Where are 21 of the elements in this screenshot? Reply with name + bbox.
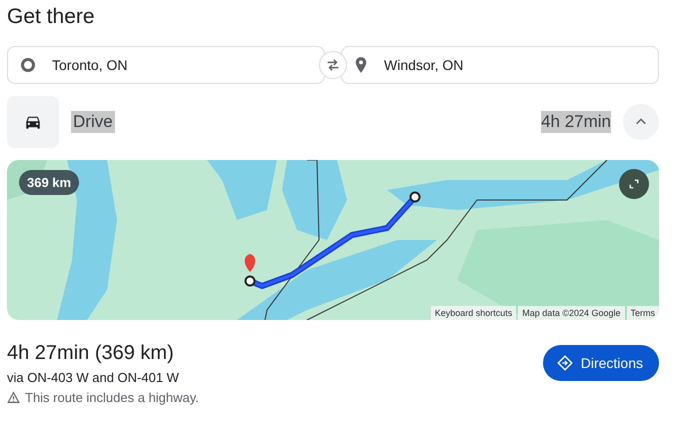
map-footer-link[interactable]: Terms: [626, 306, 659, 320]
location-pin-icon: [354, 56, 368, 74]
route-via: via ON-403 W and ON-401 W: [7, 370, 180, 385]
section-title: Get there: [7, 4, 96, 30]
origin-field[interactable]: Toronto, ON: [7, 46, 325, 84]
destination-field[interactable]: Windsor, ON: [341, 46, 659, 84]
fullscreen-icon: [628, 178, 640, 190]
origin-circle-icon: [20, 57, 36, 73]
directions-icon: [556, 355, 573, 371]
swap-arrows-icon: [326, 58, 340, 72]
map-footer-link[interactable]: Map data ©2024 Google: [518, 306, 624, 320]
route-summary: 4h 27min (369 km): [7, 342, 175, 365]
directions-button[interactable]: Directions: [542, 345, 659, 381]
mode-label: Drive: [71, 111, 115, 133]
route-warning: This route includes a highway.: [25, 390, 199, 405]
swap-button[interactable]: [319, 51, 347, 79]
distance-badge: 369 km: [19, 170, 80, 195]
duration-label: 4h 27min: [541, 111, 611, 133]
warning-icon: [7, 391, 20, 404]
car-icon: [7, 96, 59, 148]
map-footer-link[interactable]: Keyboard shortcuts: [430, 306, 516, 320]
